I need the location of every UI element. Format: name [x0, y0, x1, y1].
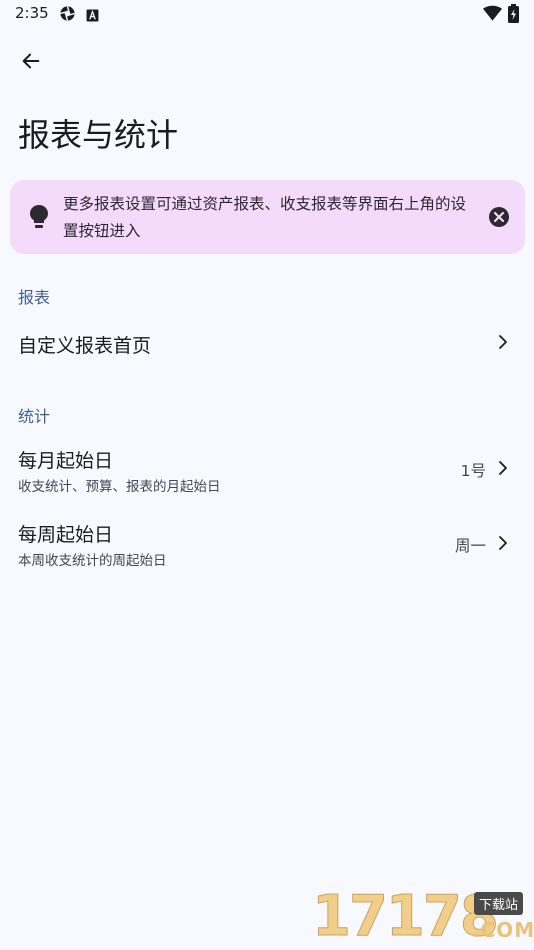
- chevron-right-icon: [494, 534, 512, 556]
- section-header-stats: 统计: [18, 407, 51, 426]
- wifi-icon: [483, 5, 502, 26]
- watermark-tag: 下载站: [474, 892, 524, 915]
- section-header-report: 报表: [18, 288, 51, 307]
- chevron-right-icon: [494, 459, 512, 481]
- row-subtitle: 收支统计、预算、报表的月起始日: [18, 479, 221, 495]
- row-value: 周一: [454, 537, 486, 555]
- close-circle-icon[interactable]: [488, 206, 510, 228]
- row-title: 每月起始日: [18, 450, 114, 472]
- tip-text: 更多报表设置可通过资产报表、收支报表等界面右上角的设置按钮进入: [63, 195, 467, 240]
- custom-report-home-row[interactable]: 自定义报表首页: [0, 318, 534, 368]
- row-subtitle: 本周收支统计的周起始日: [18, 553, 167, 569]
- page-title: 报表与统计: [18, 116, 179, 154]
- row-title: 自定义报表首页: [18, 335, 152, 357]
- aperture-icon: [59, 5, 76, 26]
- watermark-domain: .COM: [472, 918, 534, 942]
- a-box-icon: [86, 7, 99, 26]
- status-time: 2:35: [15, 4, 49, 22]
- row-title: 每周起始日: [18, 524, 114, 546]
- chevron-right-icon: [494, 333, 512, 355]
- arrow-left-icon: [20, 50, 42, 76]
- battery-charging-icon: [508, 4, 519, 27]
- month-start-day-row[interactable]: 每月起始日 收支统计、预算、报表的月起始日 1号: [0, 438, 534, 500]
- watermark-logo: 17178 下载站 .COM: [308, 884, 534, 950]
- week-start-day-row[interactable]: 每周起始日 本周收支统计的周起始日 周一: [0, 512, 534, 574]
- lightbulb-icon: [29, 204, 49, 234]
- status-bar: 2:35: [0, 0, 534, 28]
- watermark-number: 17178: [312, 884, 500, 950]
- back-button[interactable]: [14, 46, 48, 80]
- tip-card: 更多报表设置可通过资产报表、收支报表等界面右上角的设置按钮进入: [10, 180, 525, 254]
- row-value: 1号: [460, 462, 486, 480]
